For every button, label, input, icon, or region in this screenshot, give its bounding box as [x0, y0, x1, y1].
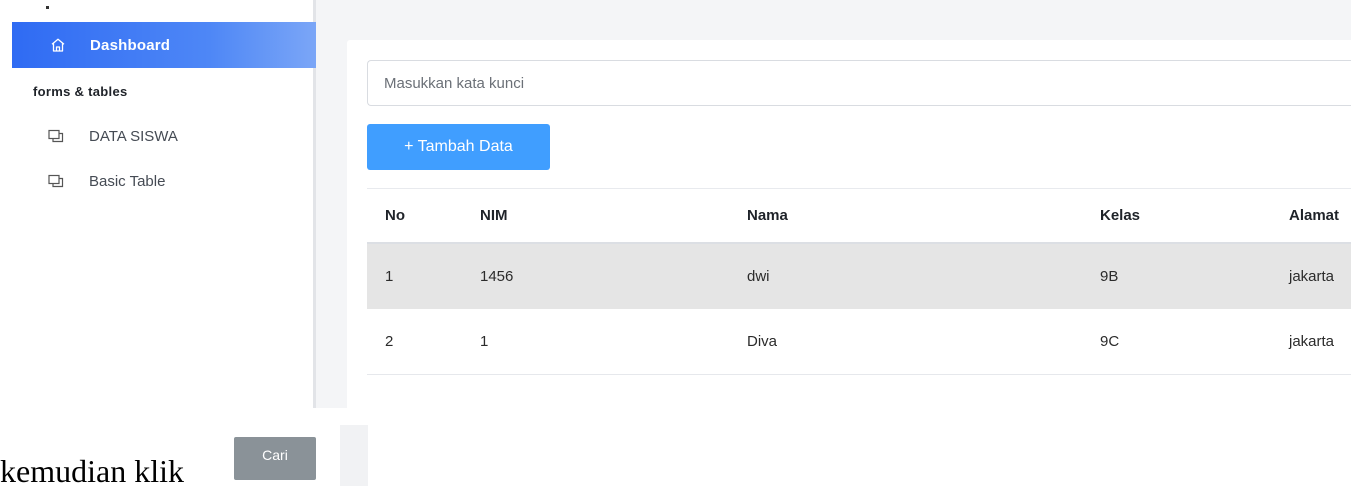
column-header-alamat[interactable]: Alamat — [1271, 188, 1351, 244]
data-card: + Tambah Data No NIM Nama Kelas Alamat 1… — [347, 40, 1351, 408]
table-header-row: No NIM Nama Kelas Alamat — [367, 188, 1351, 244]
cell-nama: dwi — [729, 242, 1082, 309]
search-button[interactable]: Cari — [234, 437, 316, 480]
window-icon — [46, 126, 66, 146]
column-header-nim[interactable]: NIM — [462, 188, 729, 244]
main-content: + Tambah Data No NIM Nama Kelas Alamat 1… — [319, 0, 1351, 408]
sidebar: Dashboard forms & tables DATA SISWA Basi… — [0, 0, 316, 408]
column-header-nama[interactable]: Nama — [729, 188, 1082, 244]
cell-nim: 1 — [462, 308, 729, 375]
cell-alamat: jakarta — [1271, 308, 1351, 375]
table-row[interactable]: 1 1456 dwi 9B jakarta — [367, 242, 1351, 309]
column-header-kelas[interactable]: Kelas — [1082, 188, 1271, 244]
window-icon — [46, 171, 66, 191]
screenshot-fragment — [340, 425, 368, 486]
cell-nama: Diva — [729, 308, 1082, 375]
instruction-text: kemudian klik — [0, 453, 184, 486]
home-icon — [48, 35, 68, 55]
sidebar-item-data-siswa[interactable]: DATA SISWA — [12, 118, 312, 154]
sidebar-item-label: DATA SISWA — [89, 127, 178, 145]
sidebar-item-basic-table[interactable]: Basic Table — [12, 163, 312, 199]
add-data-button[interactable]: + Tambah Data — [367, 124, 550, 170]
table-row[interactable]: 2 1 Diva 9C jakarta — [367, 308, 1351, 375]
cell-no: 1 — [367, 242, 462, 309]
app-screenshot: Dashboard forms & tables DATA SISWA Basi… — [0, 0, 1351, 408]
sidebar-mark — [46, 6, 49, 9]
sidebar-section-title: forms & tables — [33, 84, 128, 99]
sidebar-item-label: Dashboard — [90, 36, 171, 54]
sidebar-item-label: Basic Table — [89, 172, 166, 190]
search-input[interactable] — [367, 60, 1351, 106]
cell-kelas: 9B — [1082, 242, 1271, 309]
sidebar-item-dashboard[interactable]: Dashboard — [12, 22, 316, 68]
cell-no: 2 — [367, 308, 462, 375]
cell-kelas: 9C — [1082, 308, 1271, 375]
student-table: No NIM Nama Kelas Alamat 1 1456 dwi 9B j… — [367, 188, 1351, 375]
cell-nim: 1456 — [462, 242, 729, 309]
column-header-no[interactable]: No — [367, 188, 462, 244]
cell-alamat: jakarta — [1271, 242, 1351, 309]
